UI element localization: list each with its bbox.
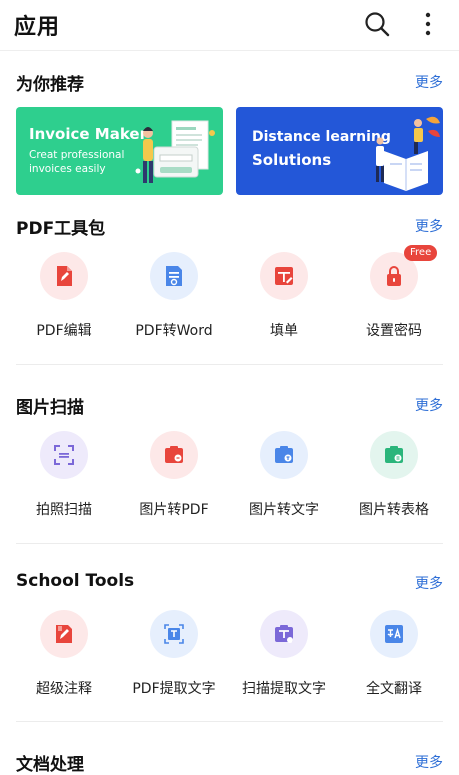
pdf-tools-more-link[interactable]: 更多: [415, 216, 443, 236]
top-app-bar: 应用: [0, 0, 459, 50]
tool-image-to-table[interactable]: 图片转表格: [338, 431, 450, 519]
search-icon[interactable]: [363, 10, 391, 38]
section-divider: [16, 364, 443, 365]
tool-super-annotate[interactable]: 超级注释: [8, 610, 120, 698]
banner-subtitle: Solutions: [252, 151, 332, 169]
tool-scan-extract-text[interactable]: 扫描提取文字: [228, 610, 340, 698]
tool-label: 设置密码: [366, 323, 422, 339]
image-to-pdf-icon: [150, 431, 198, 479]
tool-pdf-to-word[interactable]: PDF转Word: [118, 252, 230, 340]
annotate-icon: [40, 610, 88, 658]
topbar-divider: [0, 50, 459, 51]
docs-more-link[interactable]: 更多: [415, 752, 443, 772]
recommend-more-link[interactable]: 更多: [415, 72, 443, 92]
tool-photo-scan[interactable]: 拍照扫描: [8, 431, 120, 519]
school-tools-section-title: School Tools: [16, 571, 135, 591]
tool-label: PDF编辑: [36, 323, 92, 339]
banner-title: Invoice Maker: [29, 125, 147, 143]
pdf-to-word-icon: [150, 252, 198, 300]
tool-set-password[interactable]: 设置密码: [338, 252, 450, 340]
pdf-extract-text-icon: [150, 610, 198, 658]
section-divider: [16, 543, 443, 544]
tool-fill-form[interactable]: 填单: [228, 252, 340, 340]
docs-section-title: 文档处理: [16, 755, 84, 775]
tool-full-translate[interactable]: 全文翻译: [338, 610, 450, 698]
recommend-section-title: 为你推荐: [16, 75, 84, 95]
translate-icon: [370, 610, 418, 658]
banner-subtitle: Creat professional invoices easily: [29, 149, 125, 175]
learning-illustration-icon: [376, 116, 440, 191]
tool-label: 图片转表格: [359, 502, 429, 518]
fill-form-icon: [260, 252, 308, 300]
scan-more-link[interactable]: 更多: [415, 395, 443, 415]
tool-label: 超级注释: [36, 681, 92, 697]
tool-label: 图片转PDF: [139, 502, 209, 518]
scan-section-title: 图片扫描: [16, 398, 84, 418]
tool-label: PDF提取文字: [132, 681, 216, 697]
invoice-illustration-icon: [135, 120, 215, 183]
page-title: 应用: [14, 15, 61, 40]
tool-label: 扫描提取文字: [242, 681, 326, 697]
distance-learning-banner[interactable]: Distance learning Solutions: [236, 107, 443, 195]
tool-label: 拍照扫描: [36, 502, 92, 518]
tool-label: 全文翻译: [366, 681, 422, 697]
image-to-table-icon: [370, 431, 418, 479]
tool-label: 图片转文字: [249, 502, 319, 518]
section-divider: [16, 721, 443, 722]
free-badge: Free: [404, 245, 438, 261]
more-options-icon[interactable]: [420, 10, 436, 38]
scan-icon: [40, 431, 88, 479]
pdf-edit-icon: [40, 252, 88, 300]
tool-pdf-edit[interactable]: PDF编辑: [8, 252, 120, 340]
tool-label: PDF转Word: [135, 323, 213, 339]
pdf-tools-section-title: PDF工具包: [16, 219, 106, 239]
tool-image-to-pdf[interactable]: 图片转PDF: [118, 431, 230, 519]
school-tools-more-link[interactable]: 更多: [415, 573, 443, 593]
tool-pdf-extract-text[interactable]: PDF提取文字: [118, 610, 230, 698]
tool-label: 填单: [270, 323, 298, 339]
invoice-maker-banner[interactable]: Invoice Maker Creat professional invoice…: [16, 107, 223, 195]
image-to-text-icon: [260, 431, 308, 479]
tool-image-to-text[interactable]: 图片转文字: [228, 431, 340, 519]
scan-extract-text-icon: [260, 610, 308, 658]
